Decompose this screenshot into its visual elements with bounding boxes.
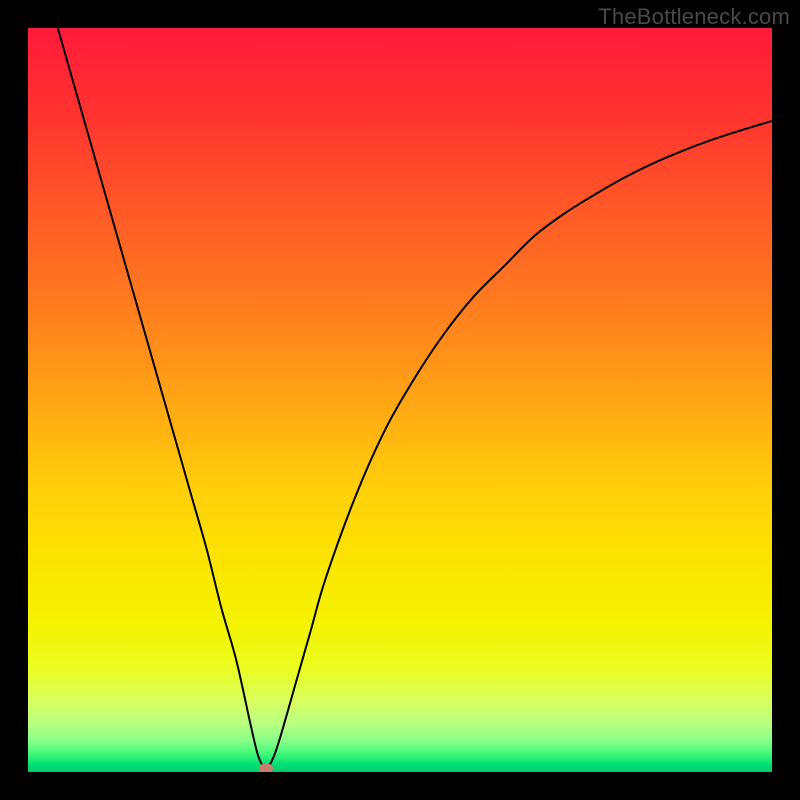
gradient-background — [28, 28, 772, 772]
watermark-text: TheBottleneck.com — [598, 4, 790, 30]
chart-frame — [28, 28, 772, 772]
bottleneck-chart — [28, 28, 772, 772]
